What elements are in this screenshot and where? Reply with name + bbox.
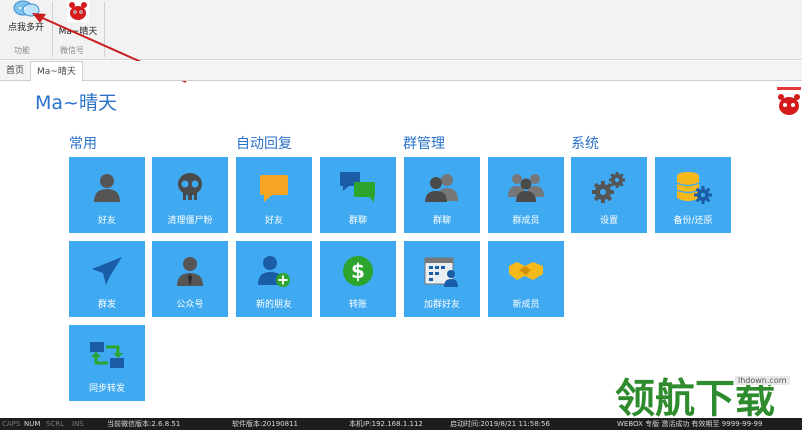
tab-home[interactable]: 首页 bbox=[0, 61, 30, 81]
tile-label: 同步转发 bbox=[88, 384, 125, 394]
num-indicator: NUM bbox=[24, 420, 41, 428]
tile-backup-restore[interactable]: 备份/还原 bbox=[655, 157, 731, 233]
people-group-icon bbox=[508, 174, 544, 202]
paper-plane-icon bbox=[92, 257, 122, 285]
dollar-coin-icon: $ bbox=[343, 256, 373, 286]
tile-label: 群发 bbox=[97, 300, 116, 310]
section-common: 常用 bbox=[69, 136, 97, 152]
ins-indicator: INS bbox=[72, 420, 84, 428]
tile-transfer[interactable]: $ 转账 bbox=[320, 241, 396, 317]
tile-group-members[interactable]: 群成员 bbox=[488, 157, 564, 233]
tile-mass-send[interactable]: 群发 bbox=[69, 241, 145, 317]
license-status: WEBOX 专版 激活成功 有效期至 9999-99-99 bbox=[617, 420, 763, 428]
tile-label: 群聊 bbox=[348, 216, 367, 226]
status-bar: CAPS NUM SCRL INS 当前微信版本:2.6.8.51 软件版本:2… bbox=[0, 418, 802, 430]
software-version: 软件版本:20190811 bbox=[232, 420, 298, 428]
tile-clean-zombie-fans[interactable]: 清理僵尸粉 bbox=[152, 157, 228, 233]
caps-indicator: CAPS bbox=[2, 420, 21, 428]
gears-icon bbox=[592, 172, 625, 203]
tile-label: 设置 bbox=[599, 216, 618, 226]
tile-auto-reply-group-chat[interactable]: 群聊 bbox=[320, 157, 396, 233]
tile-label: 好友 bbox=[97, 216, 116, 226]
add-person-icon bbox=[258, 256, 290, 287]
account-avatar bbox=[776, 86, 802, 118]
section-auto-reply: 自动回复 bbox=[236, 136, 292, 152]
two-people-icon bbox=[425, 174, 458, 202]
wechat-version: 当前微信版本:2.6.8.51 bbox=[107, 420, 181, 428]
tile-label: 清理僵尸粉 bbox=[167, 216, 213, 226]
tile-settings[interactable]: 设置 bbox=[571, 157, 647, 233]
tile-label: 新的朋友 bbox=[255, 300, 292, 310]
tile-group-chat[interactable]: 群聊 bbox=[404, 157, 480, 233]
person-icon bbox=[94, 174, 120, 202]
section-group-management: 群管理 bbox=[403, 136, 445, 152]
tile-new-members[interactable]: 新成员 bbox=[488, 241, 564, 317]
tile-label: 群聊 bbox=[432, 216, 451, 226]
tab-account[interactable]: Ma~晴天 bbox=[30, 61, 83, 82]
tile-label: 好友 bbox=[264, 216, 283, 226]
tab-bar: 首页 Ma~晴天 bbox=[0, 61, 802, 82]
section-system: 系统 bbox=[571, 136, 599, 152]
watermark-site: lhdown.com bbox=[735, 376, 790, 385]
tile-label: 群成员 bbox=[512, 216, 540, 226]
group-chat-bubbles-icon bbox=[340, 172, 375, 202]
local-ip: 本机IP:192.168.1.112 bbox=[349, 420, 423, 428]
tile-add-group-friends[interactable]: 加群好友 bbox=[404, 241, 480, 317]
database-gear-icon bbox=[676, 172, 712, 204]
start-time: 启动时间:2019/8/21 11:58:56 bbox=[450, 420, 550, 428]
calendar-person-icon bbox=[424, 257, 458, 287]
tile-label: 新成员 bbox=[512, 300, 540, 310]
tile-label: 加群好友 bbox=[423, 300, 460, 310]
orange-chat-bubble-icon bbox=[260, 175, 288, 202]
tile-label: 备份/还原 bbox=[673, 216, 713, 226]
tile-label: 转账 bbox=[348, 300, 367, 310]
sync-arrows-icon bbox=[90, 342, 124, 368]
tile-official-account[interactable]: 公众号 bbox=[152, 241, 228, 317]
businessman-icon bbox=[177, 257, 203, 286]
tile-new-friends[interactable]: 新的朋友 bbox=[236, 241, 312, 317]
tile-sync-forward[interactable]: 同步转发 bbox=[69, 325, 145, 401]
skull-icon bbox=[178, 173, 202, 200]
tile-label: 公众号 bbox=[176, 300, 204, 310]
svg-text:$: $ bbox=[351, 259, 365, 283]
page-title: Ma~晴天 bbox=[35, 92, 117, 114]
tile-friends[interactable]: 好友 bbox=[69, 157, 145, 233]
tile-auto-reply-friends[interactable]: 好友 bbox=[236, 157, 312, 233]
scrl-indicator: SCRL bbox=[46, 420, 65, 428]
handshake-icon bbox=[509, 262, 543, 280]
